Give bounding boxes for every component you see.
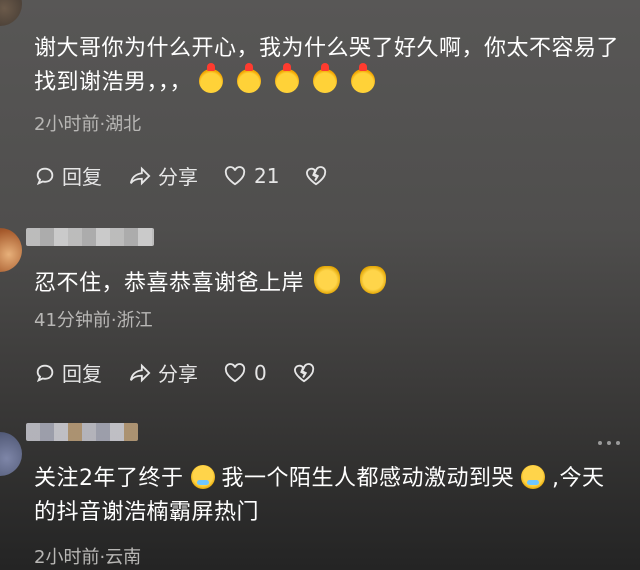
comment-body: 忍不住，恭喜恭喜谢爸上岸 (34, 271, 305, 296)
like-count: 21 (254, 163, 280, 188)
share-icon (129, 165, 151, 186)
username-blurred[interactable] (26, 228, 154, 246)
comment-actions: 回复 分享 0 (34, 358, 347, 387)
dislike-button[interactable] (305, 165, 333, 186)
like-count: 0 (254, 360, 267, 385)
reply-button[interactable]: 回复 (34, 161, 102, 190)
chick-emoji (275, 63, 300, 93)
reply-icon (36, 167, 54, 185)
more-icon[interactable] (598, 441, 620, 445)
dislike-icon (293, 362, 314, 382)
like-button[interactable]: 21 (224, 164, 279, 188)
reply-button[interactable]: 回复 (34, 358, 102, 387)
username-blurred[interactable] (26, 423, 138, 441)
reply-label: 回复 (62, 362, 102, 386)
comment-body: 关注2年了终于 (34, 466, 184, 491)
share-button[interactable]: 分享 (128, 161, 198, 190)
clap-emoji (314, 266, 341, 294)
share-label: 分享 (158, 165, 198, 189)
chick-emoji (237, 63, 262, 93)
comment-text: 关注2年了终于 我一个陌生人都感动激动到哭 ,今天的抖音谢浩楠霸屏热门 (34, 462, 620, 530)
comment-text: 谢大哥你为什么开心，我为什么哭了好久啊，你太不容易了找到谢浩男，，， (34, 32, 620, 100)
comment-actions: 回复 分享 21 (34, 161, 359, 190)
comment-meta: 41分钟前·浙江 (34, 310, 153, 331)
chick-emoji (351, 63, 376, 93)
heart-icon (224, 362, 246, 382)
avatar[interactable] (0, 228, 22, 272)
heart-icon (224, 165, 246, 185)
comment-meta: 2小时前·云南 (34, 547, 142, 568)
share-button[interactable]: 分享 (128, 358, 198, 387)
comment-text: 忍不住，恭喜恭喜谢爸上岸 (34, 266, 620, 301)
like-button[interactable]: 0 (224, 361, 267, 385)
dislike-icon (306, 165, 327, 185)
chick-emoji (313, 63, 338, 93)
clap-emoji (360, 266, 387, 294)
reply-label: 回复 (62, 165, 102, 189)
avatar[interactable] (0, 0, 22, 26)
share-icon (129, 362, 151, 383)
chick-emoji (199, 63, 224, 93)
comment-meta: 2小时前·湖北 (34, 114, 142, 135)
dislike-button[interactable] (293, 362, 321, 383)
avatar[interactable] (0, 432, 22, 476)
cry-emoji (190, 465, 215, 489)
sob-emoji (521, 465, 546, 489)
reply-icon (36, 364, 54, 382)
share-label: 分享 (158, 362, 198, 386)
comment-body: 我一个陌生人都感动激动到哭 (221, 466, 515, 491)
